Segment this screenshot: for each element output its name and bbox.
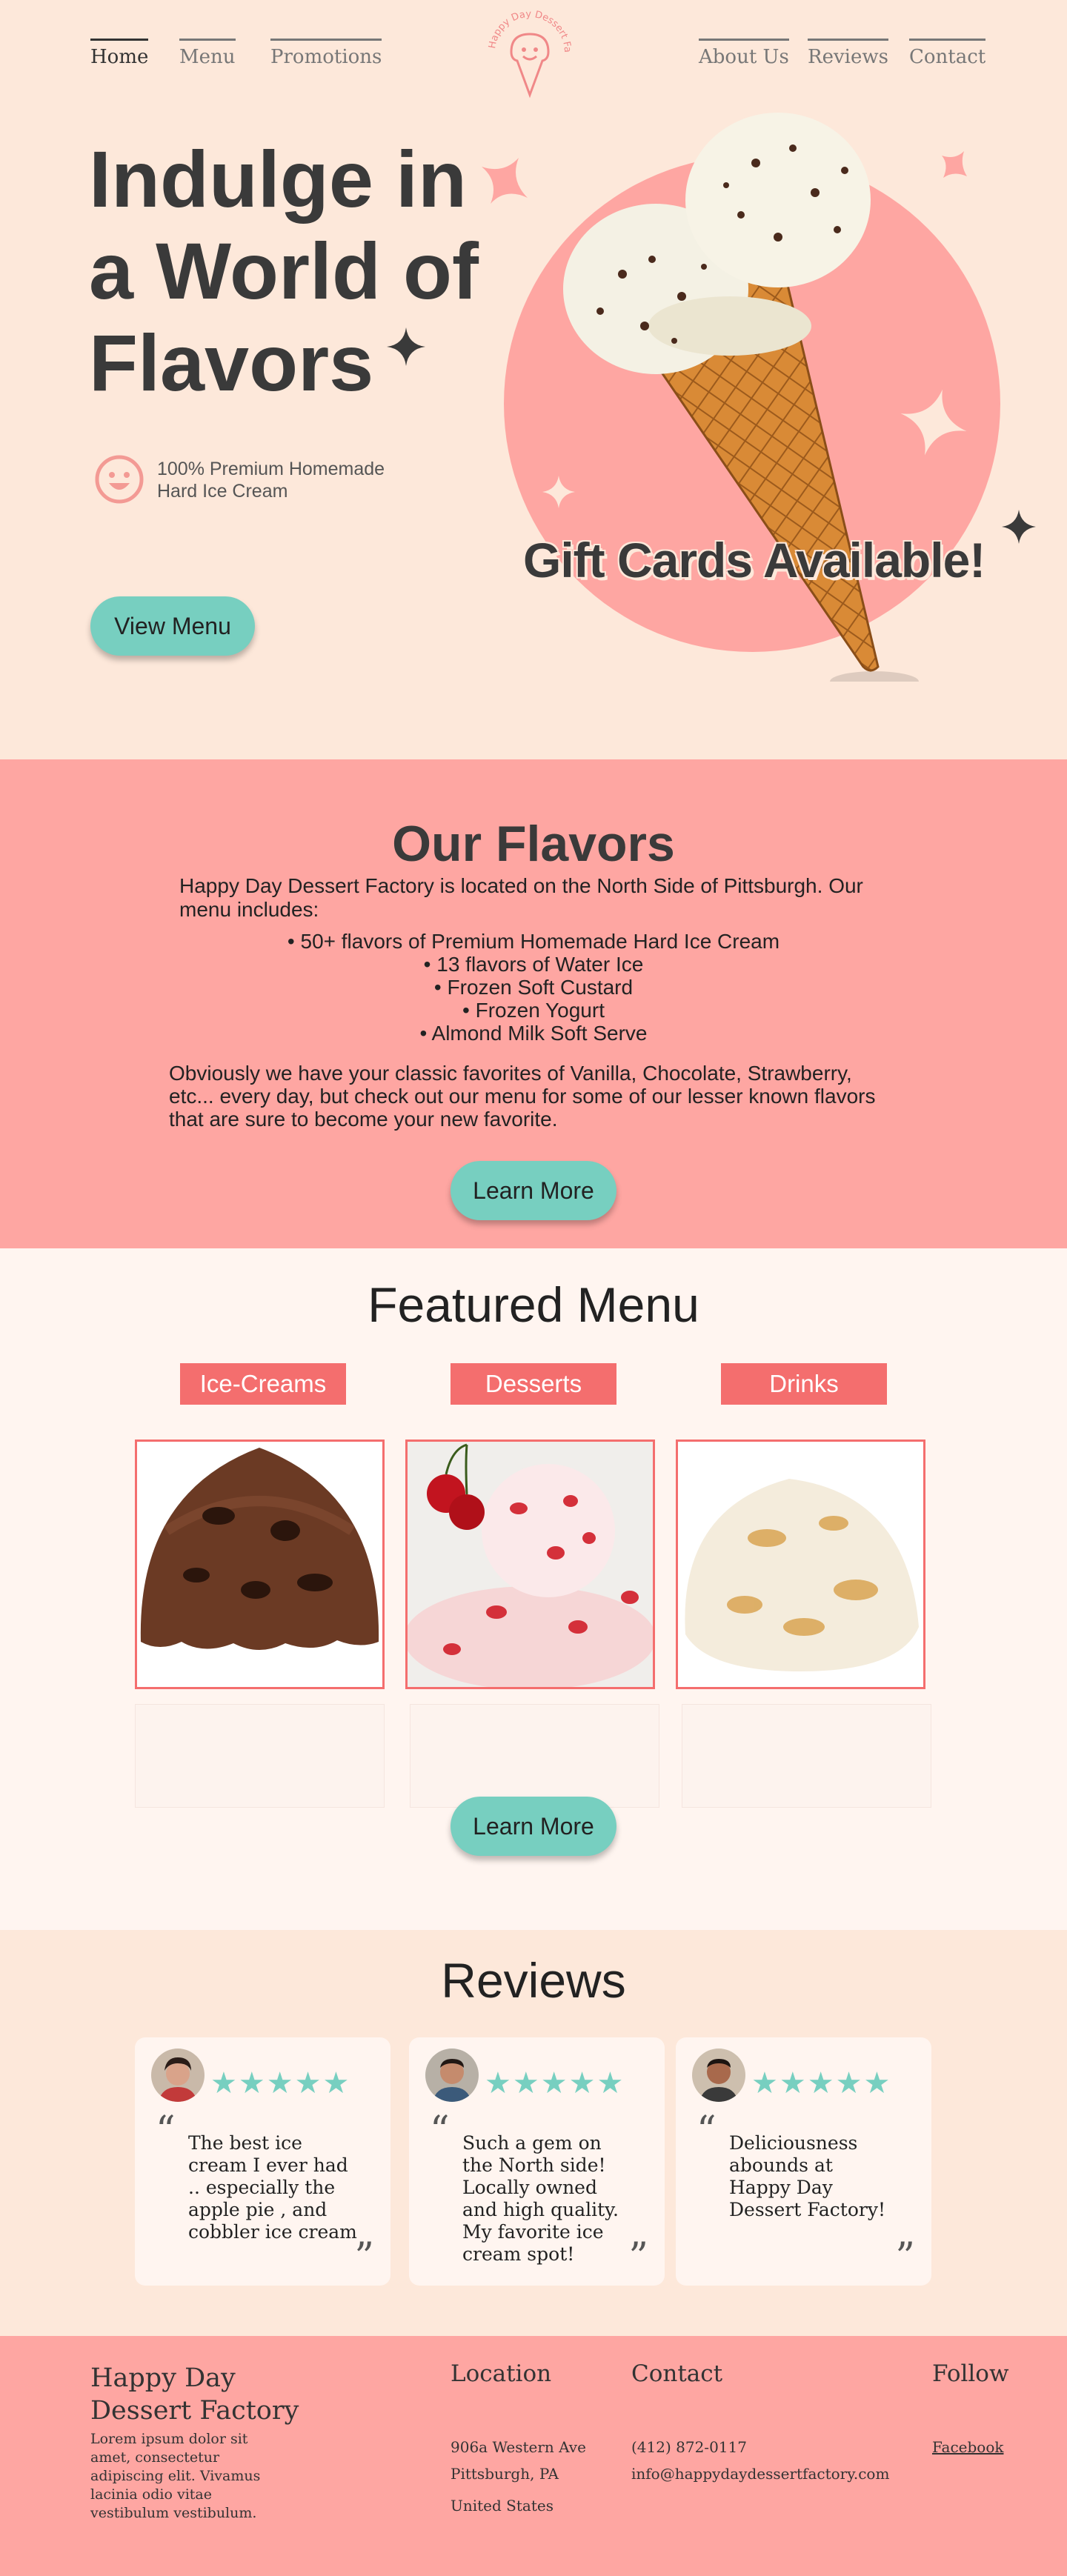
flavors-list: 50+ flavors of Premium Homemade Hard Ice…: [0, 930, 1067, 1045]
nav-home[interactable]: Home: [90, 39, 149, 68]
menu-card-placeholder: [410, 1704, 659, 1808]
footer-address-line-3: United States: [451, 2497, 554, 2515]
featured-menu-section: Featured Menu Ice-Creams Desserts Drinks: [0, 1248, 1067, 1930]
facebook-link[interactable]: Facebook: [932, 2438, 1003, 2456]
nav-menu[interactable]: Menu: [179, 39, 236, 68]
chocolate-ice-cream-image: [137, 1442, 382, 1687]
svg-text:Happy Day Dessert Factory: Happy Day Dessert Factory: [482, 7, 573, 53]
quote-close-icon: ”: [628, 2235, 648, 2280]
avatar: [692, 2049, 745, 2102]
flavors-intro: Happy Day Dessert Factory is located on …: [179, 874, 863, 921]
list-item: Almond Milk Soft Serve: [0, 1022, 1067, 1045]
avatar: [425, 2049, 479, 2102]
footer-address-line-1: 906a Western Ave: [451, 2438, 586, 2456]
rating-stars: ★★★★★: [485, 2067, 625, 2100]
menu-card-caramel[interactable]: [676, 1440, 925, 1689]
flavors-title: Our Flavors: [392, 816, 675, 872]
learn-more-button[interactable]: Learn More: [451, 1161, 616, 1220]
nav-contact[interactable]: Contact: [909, 39, 986, 68]
list-item: 13 flavors of Water Ice: [0, 953, 1067, 976]
menu-card-chocolate[interactable]: [135, 1440, 385, 1689]
reviews-title: Reviews: [441, 1953, 626, 2008]
list-item: 50+ flavors of Premium Homemade Hard Ice…: [0, 930, 1067, 953]
quote-close-icon: ”: [895, 2235, 915, 2280]
nav-reviews[interactable]: Reviews: [808, 39, 888, 68]
review-card: ★★★★★ “ Deliciousness abounds at Happy D…: [676, 2037, 931, 2286]
review-card: ★★★★★ “ The best ice cream I ever had ..…: [135, 2037, 390, 2286]
gift-cards-banner: Gift Cards Available!: [523, 533, 985, 588]
featured-title: Featured Menu: [368, 1277, 699, 1332]
hero-section: Home Menu Promotions Happy Day Dessert F…: [0, 0, 1067, 759]
star-icon: [387, 327, 425, 366]
footer-address-line-2: Pittsburgh, PA: [451, 2465, 559, 2483]
avatar: [151, 2049, 205, 2102]
caramel-ice-cream-image: [678, 1442, 923, 1687]
review-text: Such a gem on the North side! Locally ow…: [462, 2132, 619, 2265]
hero-title-line-3: Flavors: [89, 318, 374, 407]
logo[interactable]: Happy Day Dessert Factory: [482, 7, 578, 104]
list-item: Frozen Soft Custard: [0, 976, 1067, 999]
star-icon: [1002, 510, 1036, 544]
quote-close-icon: ”: [354, 2235, 374, 2280]
menu-card-placeholder: [135, 1704, 385, 1808]
footer-email[interactable]: info@happydaydessertfactory.com: [631, 2465, 889, 2483]
hero-tagline: 100% Premium Homemade Hard Ice Cream: [157, 459, 385, 502]
flavors-section: Our Flavors Happy Day Dessert Factory is…: [0, 759, 1067, 1248]
menu-card-placeholder: [682, 1704, 931, 1808]
menu-card-cherry[interactable]: [405, 1440, 655, 1689]
footer-follow-title: Follow: [932, 2360, 1009, 2387]
footer-contact-title: Contact: [631, 2360, 723, 2387]
list-item: Frozen Yogurt: [0, 999, 1067, 1022]
review-text: The best ice cream I ever had .. especia…: [188, 2132, 357, 2243]
cherry-ice-cream-image: [408, 1442, 653, 1687]
footer-phone[interactable]: (412) 872-0117: [631, 2438, 747, 2456]
flavors-outro: Obviously we have your classic favorites…: [169, 1062, 876, 1131]
rating-stars: ★★★★★: [751, 2067, 892, 2100]
footer: Happy Day Dessert Factory Lorem ipsum do…: [0, 2336, 1067, 2576]
rating-stars: ★★★★★: [210, 2067, 351, 2100]
reviews-section: Reviews ★★★★★ “ The best ice cream I eve…: [0, 1930, 1067, 2336]
tab-drinks[interactable]: Drinks: [721, 1363, 887, 1405]
quote-open-icon: “: [697, 2109, 717, 2153]
tab-desserts[interactable]: Desserts: [451, 1363, 616, 1405]
review-text: Deliciousness abounds at Happy Day Desse…: [729, 2132, 886, 2220]
hero-title-line-2: a World of: [89, 226, 479, 316]
footer-brand-text: Lorem ipsum dolor sit amet, consectetur …: [90, 2431, 261, 2521]
logo-text: Happy Day Dessert Factory: [482, 7, 573, 53]
sparkle-icon: [482, 158, 528, 204]
review-card: ★★★★★ “ Such a gem on the North side! Lo…: [409, 2037, 665, 2286]
nav-about-us[interactable]: About Us: [699, 39, 789, 68]
menu-learn-more-button[interactable]: Learn More: [451, 1797, 616, 1856]
view-menu-button[interactable]: View Menu: [90, 596, 255, 656]
footer-location-title: Location: [451, 2360, 552, 2387]
smiley-icon: [95, 455, 144, 504]
quote-open-icon: “: [430, 2109, 450, 2153]
tab-ice-creams[interactable]: Ice-Creams: [180, 1363, 346, 1405]
footer-brand: Happy Day Dessert Factory: [90, 2363, 299, 2426]
nav-promotions[interactable]: Promotions: [270, 39, 382, 68]
quote-open-icon: “: [156, 2109, 176, 2153]
ice-cream-cone-image: [563, 113, 919, 682]
